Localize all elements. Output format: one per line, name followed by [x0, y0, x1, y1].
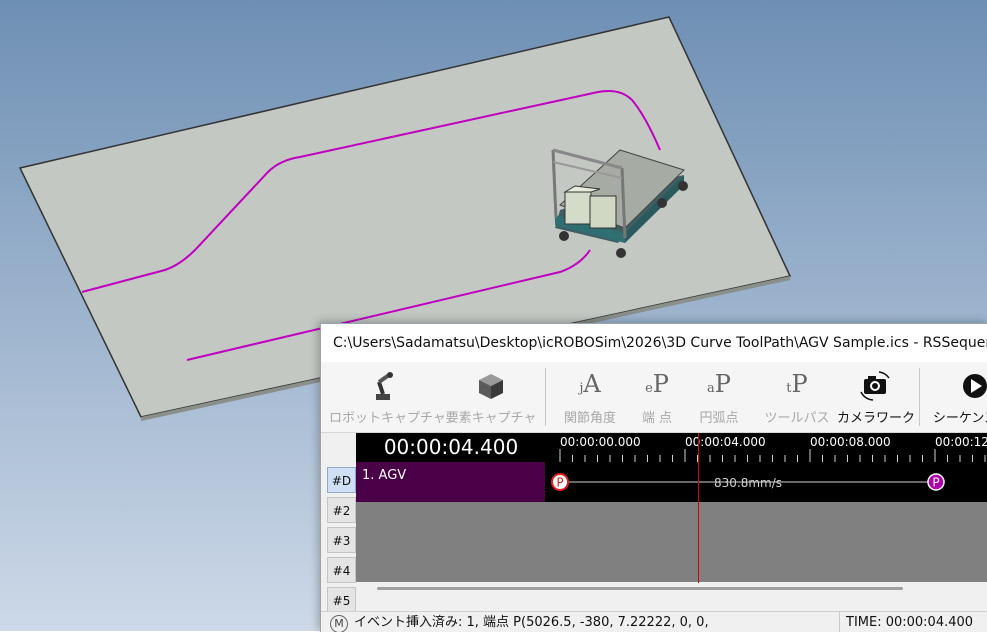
playhead[interactable]: [698, 433, 699, 583]
element-capture-button[interactable]: 要素キャプチャ: [443, 362, 539, 432]
status-bar: M イベント挿入済み: 1, 端点 P(5026.5, -380, 7.2222…: [321, 611, 987, 632]
track-header-5[interactable]: #5: [327, 587, 356, 613]
joint-angle-label: 関節角度: [563, 411, 616, 426]
sequence-button[interactable]: シーケンス: [925, 362, 987, 432]
robot-arm-icon: [329, 370, 433, 400]
toolbar: ロボットキャプチャ 要素キャプチャ jA 関節角度 eP 端 点 aP 円弧点 …: [321, 362, 987, 433]
joint-angle-button[interactable]: jA 関節角度: [555, 362, 625, 432]
arc-point-icon: aP: [707, 370, 731, 398]
track-header-3[interactable]: #3: [327, 527, 356, 553]
camera-work-label: カメラワーク: [837, 411, 916, 426]
track-header-2[interactable]: #2: [327, 497, 356, 523]
segment-speed: 830.8mm/s: [714, 476, 783, 490]
play-icon: [925, 370, 987, 400]
sequencer-window[interactable]: C:\Users\Sadamatsu\Desktop\icROBOSim\202…: [320, 323, 987, 632]
current-time-display: 00:00:04.400: [356, 433, 546, 462]
end-point-icon: eP: [645, 370, 669, 398]
tool-path-icon: tP: [786, 370, 808, 398]
time-ruler[interactable]: 00:00:00.000 00:00:04.000 00:00:08.000 0…: [546, 433, 987, 462]
status-message: イベント挿入済み: 1, 端点 P(5026.5, -380, 7.22222,…: [354, 615, 709, 630]
cube-icon: [443, 370, 539, 400]
horizontal-scrollbar[interactable]: [377, 587, 903, 590]
element-capture-label: 要素キャプチャ: [445, 411, 537, 426]
timeline-panel: 00:00:04.400 00:00:00.000 00:00:04.000 0…: [321, 433, 987, 632]
event-marker-start[interactable]: P: [551, 473, 569, 491]
robot-capture-button[interactable]: ロボットキャプチャ: [329, 362, 446, 432]
status-time: TIME: 00:00:04.400: [839, 612, 973, 632]
toolbar-separator: [545, 368, 546, 426]
end-point-label: 端 点: [641, 411, 673, 426]
sequence-label: シーケンス: [932, 411, 987, 426]
track-row-agv[interactable]: 1. AGV P P 830.8mm/s: [356, 462, 987, 502]
robot-capture-label: ロボットキャプチャ: [329, 411, 446, 426]
track-header-1[interactable]: #D: [327, 467, 356, 493]
end-point-button[interactable]: eP 端 点: [627, 362, 687, 432]
toolbar-separator: [919, 368, 920, 426]
track-header-4[interactable]: #4: [327, 557, 356, 583]
tool-path-button[interactable]: tP ツールパス: [757, 362, 837, 432]
camera-icon: [837, 370, 913, 401]
event-marker-end[interactable]: P: [927, 473, 945, 491]
status-m-icon: M: [330, 615, 348, 632]
arc-point-button[interactable]: aP 円弧点: [689, 362, 749, 432]
camera-work-button[interactable]: カメラワーク: [837, 362, 916, 432]
tool-path-label: ツールパス: [764, 411, 830, 426]
joint-angle-icon: jA: [579, 370, 601, 398]
window-title: C:\Users\Sadamatsu\Desktop\icROBOSim\202…: [321, 324, 987, 362]
arc-point-label: 円弧点: [699, 411, 739, 426]
ruler-ticks: [559, 449, 986, 462]
event-marker-end-label: P: [932, 476, 939, 490]
event-marker-start-label: P: [556, 476, 563, 490]
